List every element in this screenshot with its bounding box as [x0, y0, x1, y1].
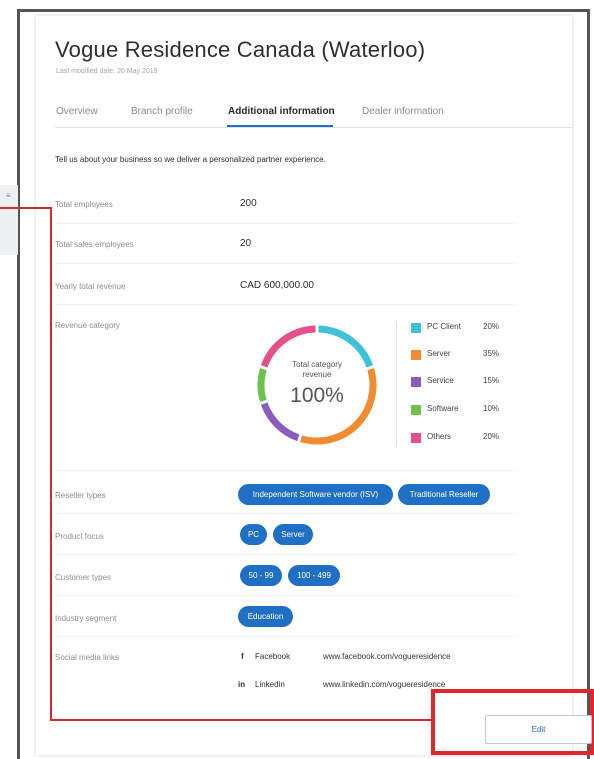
legend-value: 15% — [483, 376, 500, 385]
intro-text: Tell us about your business so we delive… — [55, 155, 326, 164]
yearly-revenue-value: CAD 600,000.00 — [240, 280, 314, 291]
last-modified-date: Last modified date: 20 May 2019 — [56, 68, 158, 75]
chip-server[interactable]: Server — [273, 524, 313, 545]
total-sales-employees-value: 20 — [240, 238, 252, 249]
legend-value: 10% — [483, 404, 500, 413]
donut-segment-service — [260, 402, 300, 442]
legend-swatch — [411, 433, 421, 443]
total-employees-value: 200 — [240, 198, 257, 209]
facebook-link[interactable]: www.facebook.com/vogueresidence — [323, 652, 451, 661]
donut-segment-software — [257, 368, 267, 402]
chip-isv[interactable]: Independent Software vendor (ISV) — [238, 484, 393, 505]
social-media-links-label: Social media links — [55, 653, 120, 662]
legend-value: 20% — [483, 322, 500, 331]
donut-center-label-line2: revenue — [302, 370, 332, 379]
chip-100-499[interactable]: 100 - 499 — [288, 565, 340, 586]
row-divider — [55, 554, 515, 555]
side-menu-icon[interactable]: ≡ — [6, 191, 11, 200]
tab-overview[interactable]: Overview — [56, 106, 98, 117]
yearly-revenue-label: Yearly total revenue — [55, 282, 126, 291]
total-sales-employees-label: Total sales employees — [55, 240, 134, 249]
linkedin-label: Linkedin — [255, 680, 285, 689]
product-focus-label: Product focus — [55, 532, 104, 541]
legend-swatch — [411, 323, 421, 333]
tabs-divider — [55, 127, 572, 128]
chip-pc[interactable]: PC — [240, 524, 267, 545]
chip-education[interactable]: Education — [238, 606, 293, 627]
tab-branch-profile[interactable]: Branch profile — [131, 106, 193, 117]
revenue-category-label: Revenue category — [55, 321, 120, 330]
legend-swatch — [411, 405, 421, 415]
tab-dealer-information[interactable]: Dealer information — [362, 106, 444, 117]
tab-additional-information[interactable]: Additional information — [228, 106, 335, 117]
donut-center-label-line1: Total category — [292, 360, 342, 369]
row-divider — [55, 470, 515, 471]
row-divider — [55, 513, 515, 514]
facebook-icon: f — [241, 652, 244, 661]
customer-types-label: Customer types — [55, 573, 112, 582]
chip-50-99[interactable]: 50 - 99 — [240, 565, 282, 586]
legend-label: Others — [427, 432, 452, 441]
legend-separator — [396, 322, 397, 446]
row-divider — [55, 595, 515, 596]
linkedin-icon: in — [238, 680, 246, 689]
legend-swatch — [411, 350, 421, 360]
legend-value: 20% — [483, 432, 500, 441]
legend-value: 35% — [483, 349, 500, 358]
legend-label: Service — [427, 376, 454, 385]
legend-label: PC Client — [427, 322, 461, 331]
active-tab-indicator — [227, 125, 333, 127]
row-divider — [55, 304, 515, 305]
total-employees-label: Total employees — [55, 200, 113, 209]
linkedin-link[interactable]: www.linkedin.com/vogueresidence — [323, 680, 445, 689]
industry-segment-label: Industry segment — [55, 614, 117, 623]
chip-traditional-reseller[interactable]: Traditional Reseller — [398, 484, 490, 505]
row-divider — [55, 263, 515, 264]
annotation-line — [0, 207, 52, 209]
row-divider — [55, 223, 515, 224]
annotation-line — [50, 207, 52, 721]
reseller-types-label: Reseller types — [55, 491, 106, 500]
annotation-line — [50, 719, 431, 721]
legend-swatch — [411, 377, 421, 387]
legend-label: Server — [427, 349, 451, 358]
legend-label: Software — [427, 404, 459, 413]
page-title: Vogue Residence Canada (Waterloo) — [55, 37, 426, 62]
row-divider — [55, 636, 515, 637]
facebook-label: Facebook — [255, 652, 291, 661]
edit-button[interactable]: Edit — [485, 715, 592, 744]
donut-center-total: 100% — [290, 384, 344, 407]
